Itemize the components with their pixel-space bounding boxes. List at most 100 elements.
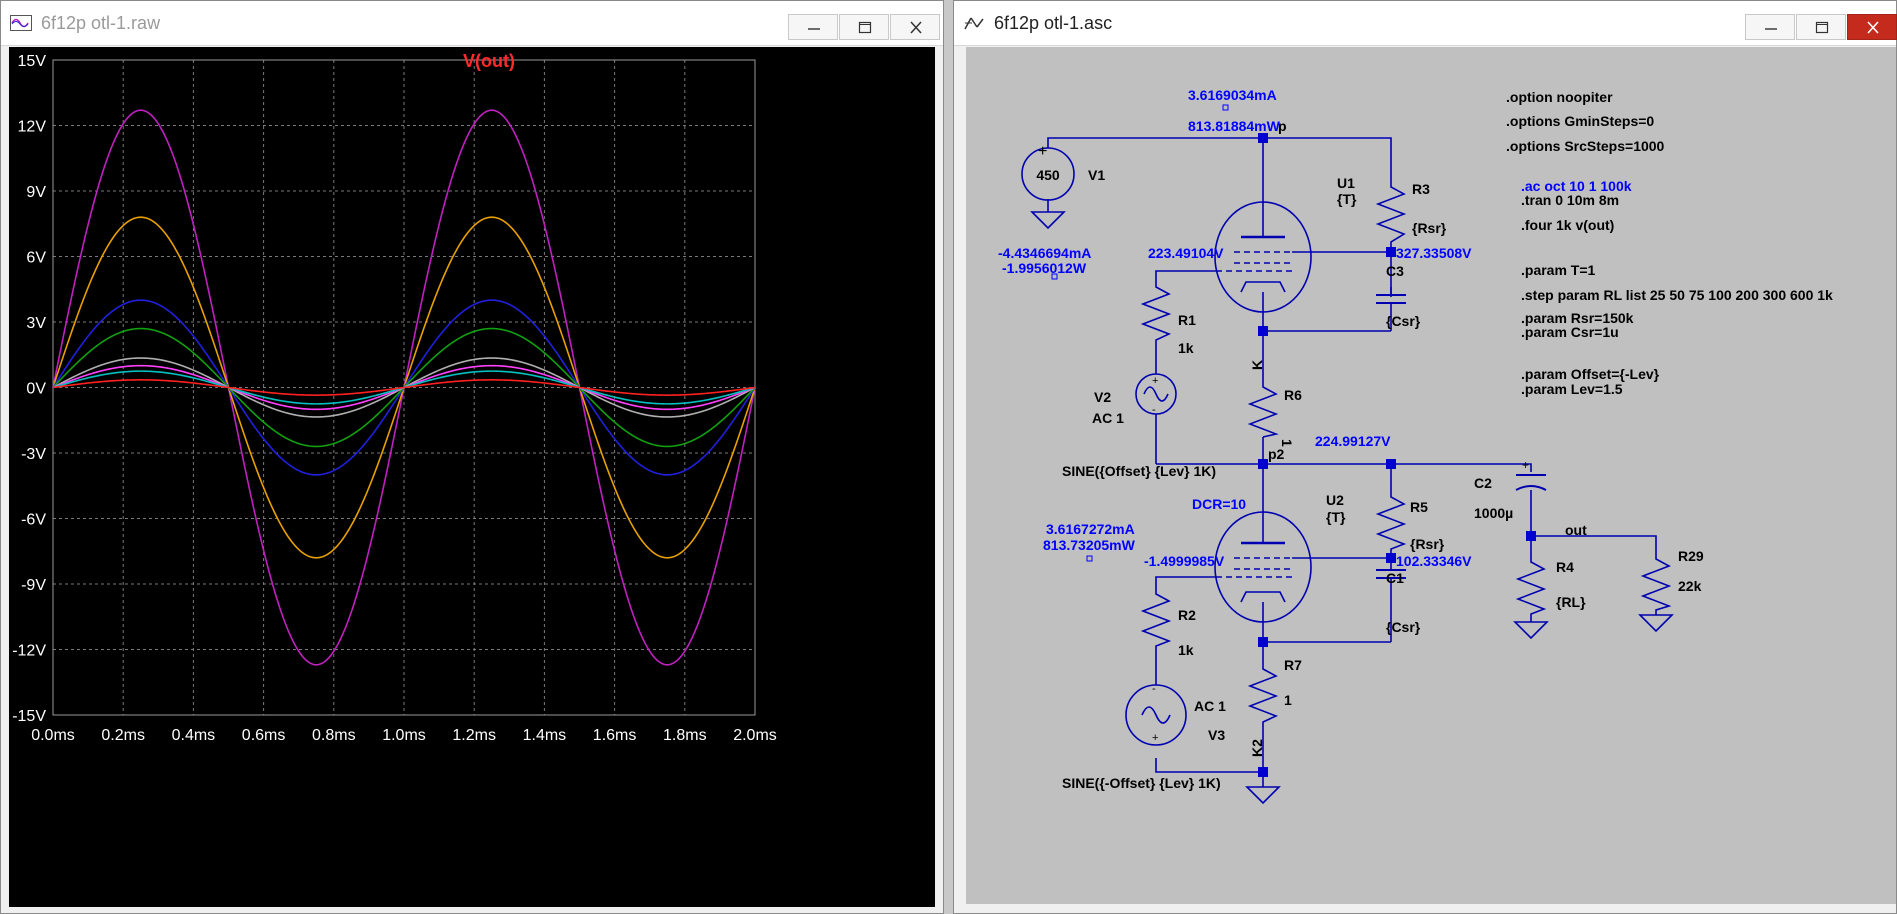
x-tick-label: 0.8ms	[312, 727, 356, 744]
y-tick-label: -3V	[21, 446, 46, 463]
y-tick-label: 0V	[26, 381, 46, 398]
c1-capacitor[interactable]: C1 {Csr}	[1376, 569, 1421, 635]
ground-icon	[1513, 621, 1549, 640]
junction-dots	[1258, 133, 1536, 777]
schematic-window[interactable]: 6f12p otl-1.asc + 450 V1 R3 {Rsr} C3 {Cs…	[953, 0, 1897, 914]
p2-voltage: 224.99127V	[1315, 433, 1391, 449]
minimize-icon	[808, 28, 820, 30]
c1-value: {Csr}	[1386, 619, 1421, 635]
schematic-app-icon	[964, 17, 984, 30]
c2-value: 1000µ	[1474, 505, 1513, 521]
schematic-maximize-button[interactable]	[1796, 14, 1846, 40]
close-button[interactable]	[890, 14, 940, 40]
waveform-plot-pane[interactable]: 0.0ms 0.2ms 0.4ms 0.6ms 0.8ms 1.0ms 1.2ms 1.4ms…	[9, 47, 935, 907]
r5-resistor[interactable]: R5 {Rsr}	[1375, 487, 1445, 552]
c2-label: C2	[1474, 475, 1492, 491]
schematic-drawing[interactable]: + 450 V1 R3 {Rsr} C3 {Csr} U1 {T} R1 1k …	[966, 47, 1897, 900]
top-current: 3.6169034mA	[1188, 87, 1277, 103]
c2-capacitor[interactable]: + C2 1000µ	[1474, 458, 1547, 521]
directive-param-t: .param T=1	[1521, 262, 1596, 278]
v1-current: -4.4346694mA	[998, 245, 1091, 261]
close-icon	[910, 21, 922, 34]
x-tick-label: 2.0ms	[733, 727, 777, 744]
y-tick-label: -6V	[21, 512, 46, 529]
x-tick-label: 0.4ms	[172, 727, 216, 744]
directive-tran: .tran 0 10m 8m	[1521, 192, 1619, 208]
c1-label: C1	[1386, 570, 1404, 586]
v3-sine: SINE({-Offset} {Lev} 1K)	[1062, 775, 1221, 791]
directive-param-offset: .param Offset={-Lev}	[1521, 366, 1660, 382]
r2-label: R2	[1178, 607, 1196, 623]
svg-text:+: +	[1522, 458, 1529, 472]
r7-value: 1	[1284, 692, 1292, 708]
trace-label[interactable]: V(out)	[463, 51, 515, 71]
r2-resistor[interactable]: R2 1k	[1140, 582, 1196, 658]
probe-markers	[1051, 104, 1229, 562]
y-tick-label: 12V	[18, 119, 47, 136]
x-tick-label: 1.8ms	[663, 727, 707, 744]
schematic-close-button[interactable]	[1847, 14, 1897, 40]
directive-opt2: .options GminSteps=0	[1506, 113, 1654, 129]
r3-label: R3	[1412, 181, 1430, 197]
r3-resistor[interactable]: R3 {Rsr}	[1375, 177, 1447, 252]
r3-value: {Rsr}	[1412, 220, 1447, 236]
r4-value: {RL}	[1556, 594, 1586, 610]
r29-resistor[interactable]: R29 22k	[1638, 548, 1704, 633]
minimize-icon	[1765, 28, 1777, 30]
v1-power: -1.9956012W	[1002, 260, 1087, 276]
ground-icon	[1030, 211, 1066, 230]
r2-value: 1k	[1178, 642, 1194, 658]
y-tick-label: -9V	[21, 577, 46, 594]
svg-text:-: -	[1152, 404, 1156, 416]
c3-value: {Csr}	[1386, 313, 1421, 329]
r1-resistor[interactable]: R1 1k	[1140, 278, 1196, 356]
u2-screen-voltage: 102.33346V	[1396, 553, 1472, 569]
schematic-titlebar[interactable]: 6f12p otl-1.asc	[954, 1, 1897, 46]
node-out-label: out	[1565, 522, 1587, 538]
r1-label: R1	[1178, 312, 1196, 328]
waveform-window[interactable]: 6f12p otl-1.raw 0.0ms 0.2ms 0.4ms 0.6ms 0.8m…	[0, 0, 944, 914]
u2-grid-voltage: -1.4999985V	[1144, 553, 1225, 569]
u1-label: U1	[1337, 175, 1355, 191]
node-k2-label: K2	[1249, 739, 1265, 757]
u1-model: {T}	[1337, 191, 1357, 207]
directive-param-lev: .param Lev=1.5	[1521, 381, 1623, 397]
waveform-titlebar[interactable]: 6f12p otl-1.raw	[1, 1, 943, 46]
v1-voltage-source[interactable]: + 450 V1	[1021, 143, 1105, 230]
c3-capacitor[interactable]: C3 {Csr}	[1376, 263, 1421, 329]
v2-sine-source[interactable]: + - V2 AC 1 SINE({Offset} {Lev} 1K)	[1062, 373, 1216, 479]
x-tick-label: 1.0ms	[382, 727, 426, 744]
maximize-icon	[1815, 21, 1829, 34]
r6-resistor[interactable]: R6 1	[1247, 377, 1302, 447]
y-tick-label: 15V	[18, 53, 47, 70]
svg-text:+: +	[1038, 143, 1047, 160]
r29-value: 22k	[1678, 578, 1702, 594]
waveform-window-title: 6f12p otl-1.raw	[41, 13, 161, 33]
u1-pentode-tube[interactable]: U1 {T}	[1214, 175, 1391, 313]
v3-sine-source[interactable]: - + AC 1 V3 SINE({-Offset} {Lev} 1K)	[1062, 680, 1226, 791]
x-tick-label: 1.4ms	[523, 727, 567, 744]
v2-ac: AC 1	[1092, 410, 1124, 426]
schematic-minimize-button[interactable]	[1745, 14, 1795, 40]
svg-text:+: +	[1152, 375, 1158, 387]
v1-value: 450	[1036, 167, 1060, 183]
r6-label: R6	[1284, 387, 1302, 403]
directive-step: .step param RL list 25 50 75 100 200 300…	[1521, 287, 1833, 303]
waveform-chart[interactable]: 0.0ms 0.2ms 0.4ms 0.6ms 0.8ms 1.0ms 1.2ms 1.4ms…	[9, 47, 937, 909]
y-tick-label: -15V	[12, 708, 46, 725]
maximize-button[interactable]	[839, 14, 889, 40]
directive-four: .four 1k v(out)	[1521, 217, 1614, 233]
r29-label: R29	[1678, 548, 1704, 564]
wires	[1047, 137, 1657, 773]
v3-label: V3	[1208, 727, 1225, 743]
x-tick-label: 0.2ms	[101, 727, 145, 744]
dcr-label: DCR=10	[1192, 496, 1246, 512]
r4-resistor[interactable]: R4 {RL}	[1513, 552, 1586, 640]
r1-value: 1k	[1178, 340, 1194, 356]
schematic-canvas[interactable]: + 450 V1 R3 {Rsr} C3 {Csr} U1 {T} R1 1k …	[966, 47, 1896, 904]
v1-name: V1	[1088, 167, 1105, 183]
minimize-button[interactable]	[788, 14, 838, 40]
ground-icon	[1245, 786, 1281, 805]
r7-resistor[interactable]: R7 1	[1247, 657, 1302, 727]
node-k-label: K	[1249, 360, 1265, 370]
